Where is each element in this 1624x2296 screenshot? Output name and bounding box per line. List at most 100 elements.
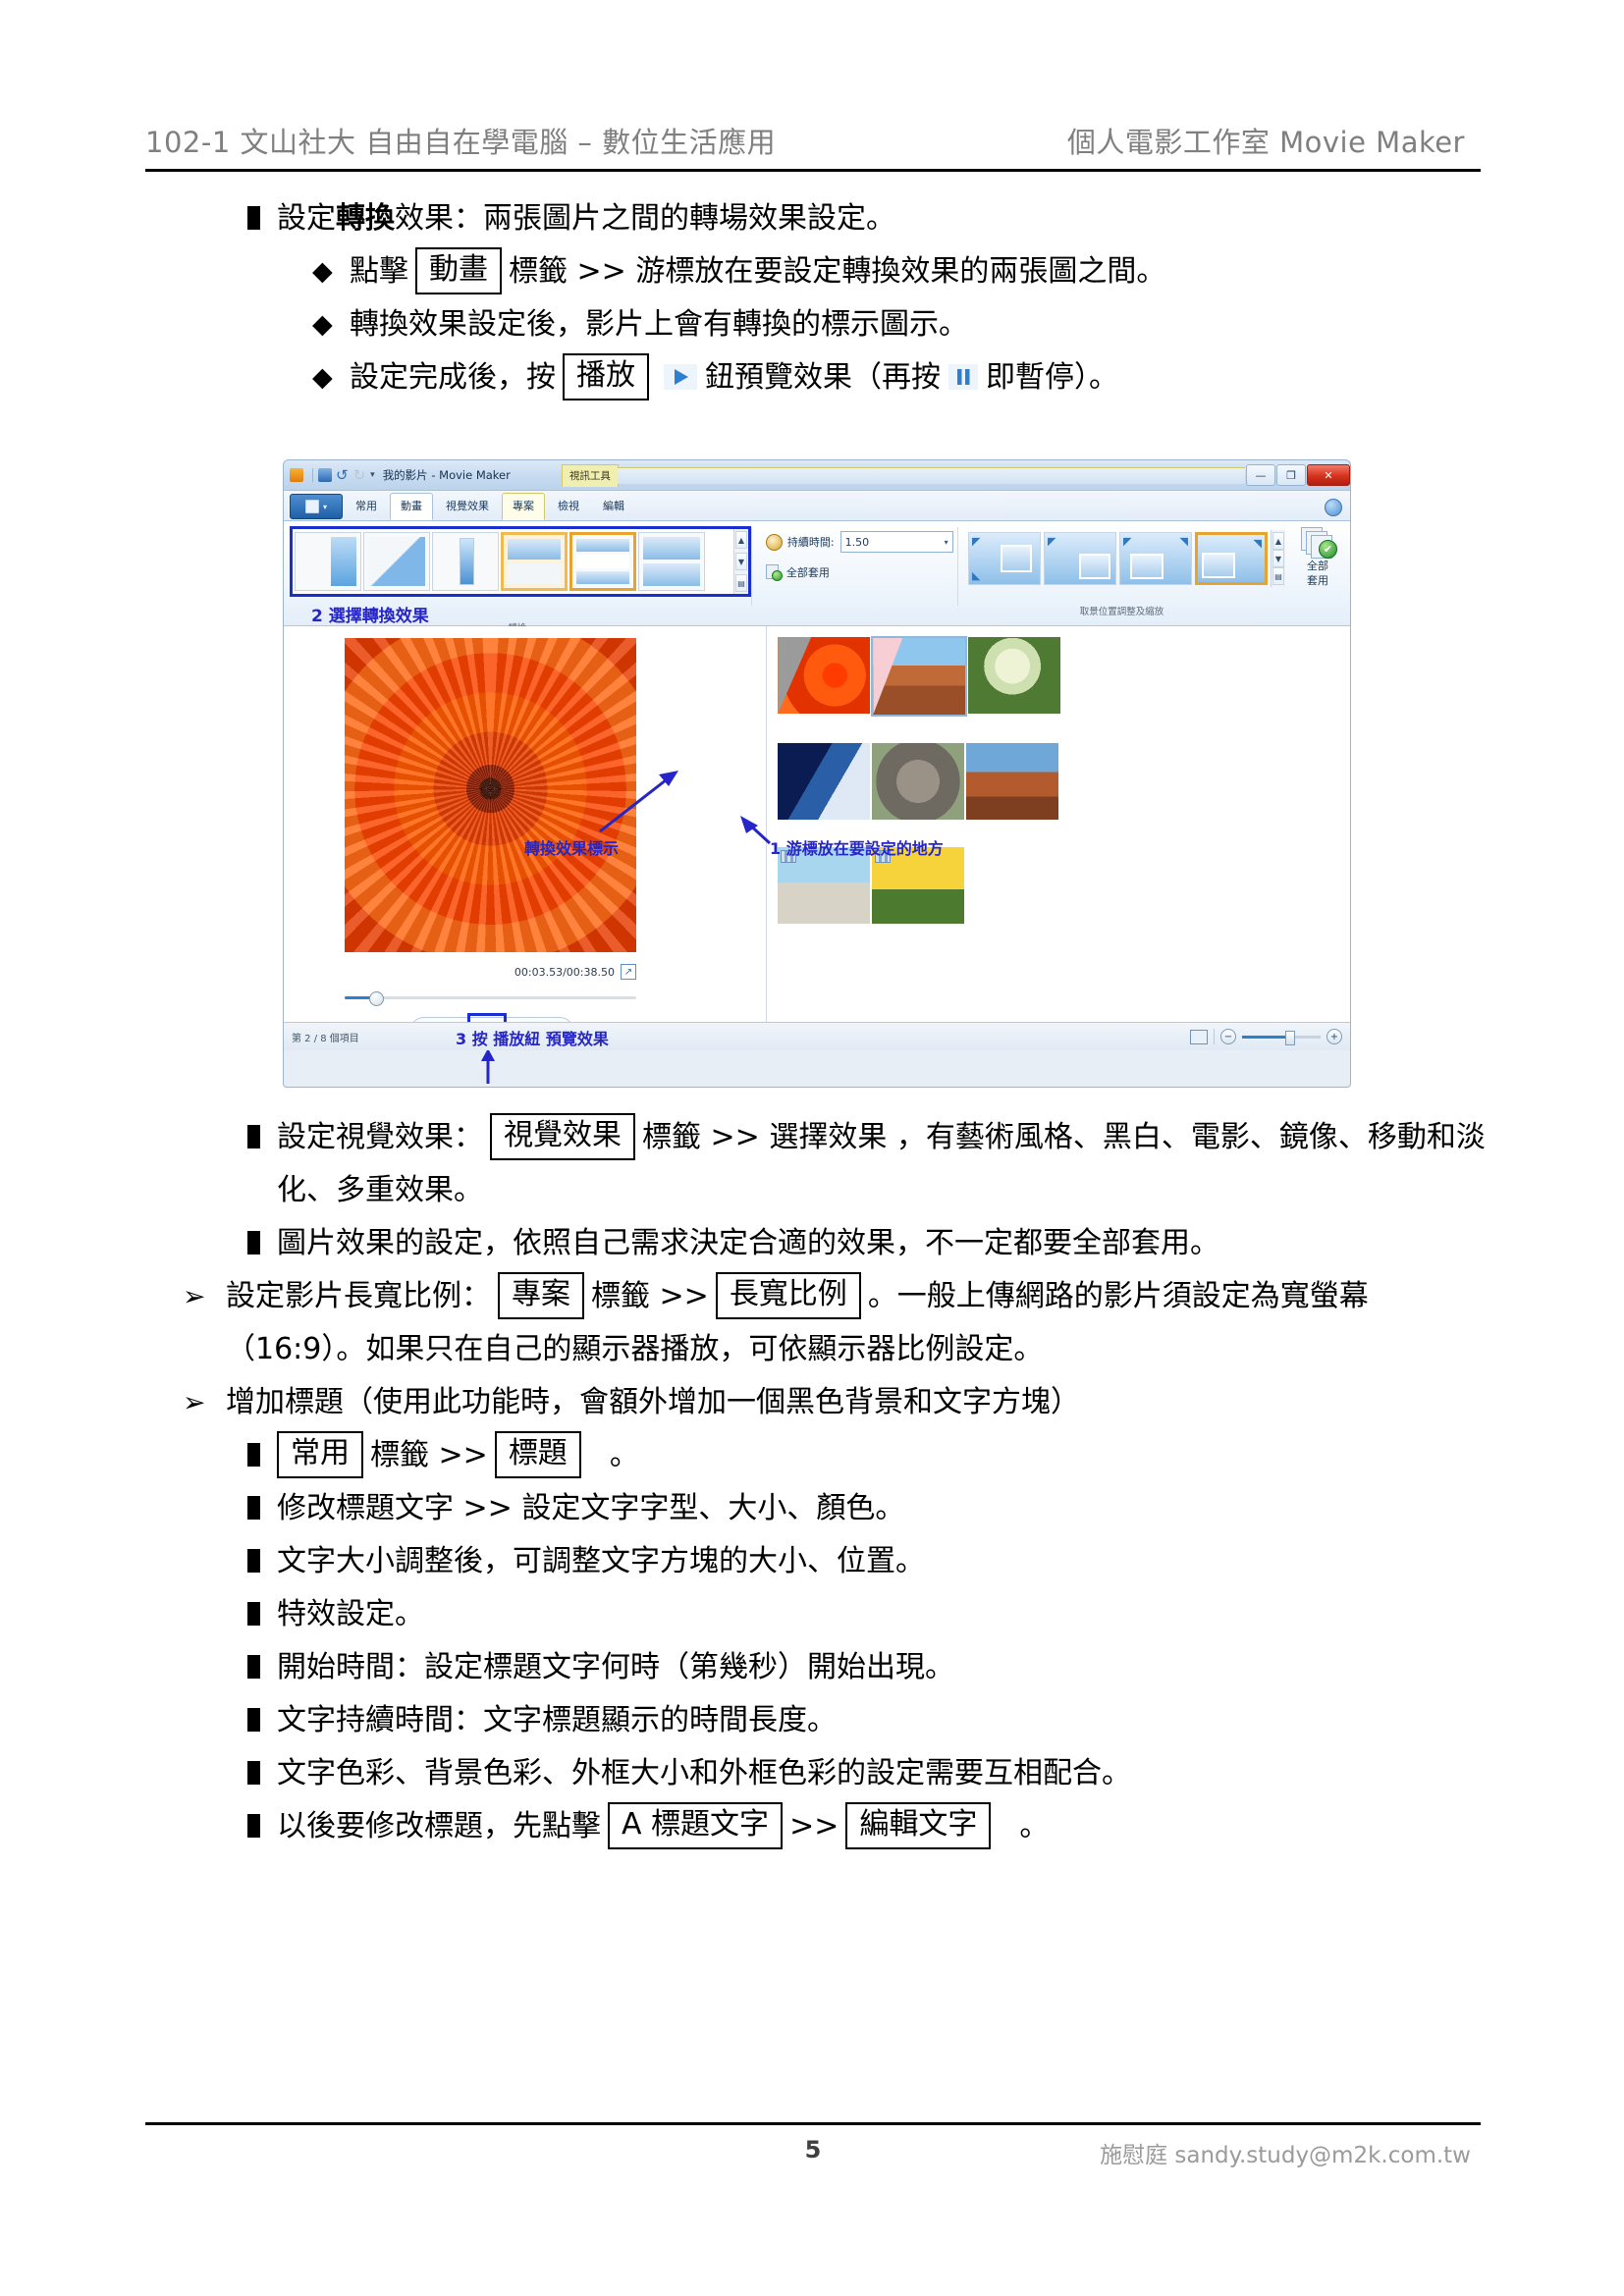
pan-zoom-gallery[interactable]: ◤ ◣ ◤ ◤ ◥ ◥ ▲ ▼ ▤ bbox=[958, 521, 1285, 588]
list-item: 圖片效果的設定，依照自己需求決定合適的效果，不一定都要全部套用。 bbox=[247, 1217, 1492, 1270]
zoom-slider[interactable] bbox=[1242, 1030, 1321, 1045]
tab-edit[interactable]: 編輯 bbox=[592, 493, 635, 520]
apply-all-big-button[interactable]: ✔ 全部 套用 bbox=[1285, 521, 1350, 588]
ribbon-group-duration: 持續時間: 1.50 ▾ 全部套用 bbox=[752, 521, 957, 625]
fullscreen-icon[interactable]: ↗ bbox=[621, 964, 636, 980]
text-run: 設定影片長寬比例： bbox=[226, 1279, 491, 1313]
ui-label-box-title: 標題 bbox=[494, 1431, 581, 1478]
text-run: 。 bbox=[609, 1438, 639, 1472]
list-item: 設定轉換效果：兩張圖片之間的轉場效果設定。 bbox=[247, 192, 1492, 245]
pan-zoom-thumb-4-selected[interactable]: ◥ bbox=[1195, 532, 1268, 585]
duration-label: 持續時間: bbox=[786, 536, 835, 549]
text-run: 。 bbox=[1019, 1809, 1050, 1843]
ui-label-box-play: 播放 bbox=[563, 353, 649, 400]
footer-divider bbox=[145, 2122, 1481, 2125]
list-item-text: 以後要修改標題，先點擊 A 標題文字 >> 編輯文字。 bbox=[277, 1800, 1492, 1853]
square-bullet-icon bbox=[247, 1588, 277, 1641]
text-run: 即暫停）。 bbox=[986, 360, 1118, 395]
storyboard-clip-canyon[interactable] bbox=[871, 636, 968, 717]
ui-label-box-title-text: A 標題文字 bbox=[608, 1802, 784, 1849]
duration-input[interactable]: 1.50 ▾ bbox=[839, 531, 953, 553]
tab-project[interactable]: 專案 bbox=[502, 493, 545, 520]
gallery-more-icon[interactable]: ▤ bbox=[735, 574, 747, 592]
zoom-in-button[interactable]: + bbox=[1326, 1029, 1342, 1044]
storyboard-clip-hydrangea[interactable] bbox=[967, 636, 1062, 715]
tab-home[interactable]: 常用 bbox=[345, 493, 388, 520]
list-item: ➢ 增加標題（使用此功能時，會額外增加一個黑色背景和文字方塊） bbox=[183, 1376, 1492, 1429]
tab-visual-effects[interactable]: 視覺效果 bbox=[435, 493, 500, 520]
annotation-arrow-3 bbox=[481, 1048, 495, 1084]
square-bullet-icon bbox=[247, 1694, 277, 1747]
redo-icon[interactable]: ↻ bbox=[353, 466, 366, 484]
annotation-transition-marker: 轉換效果標示 bbox=[524, 839, 620, 858]
page-footer: 5 施慰庭 sandy.study@m2k.com.tw bbox=[145, 2136, 1481, 2169]
help-icon[interactable] bbox=[1325, 499, 1342, 516]
minimize-button[interactable]: — bbox=[1246, 464, 1275, 486]
zoom-out-button[interactable]: − bbox=[1220, 1029, 1236, 1044]
transition-marker-icon bbox=[778, 637, 812, 714]
storyboard-clip-canyon2[interactable] bbox=[965, 742, 1060, 821]
file-menu-button[interactable]: ▾ bbox=[290, 494, 343, 519]
header-course-title: 102-1 文山社大 自由自在學電腦 – 數位生活應用 bbox=[145, 126, 777, 159]
list-item-text: 常用 標籤 >> 標題。 bbox=[277, 1429, 1492, 1482]
pan-zoom-scroll-buttons[interactable]: ▲ ▼ ▤ bbox=[1271, 530, 1285, 587]
list-item-text: 設定影片長寬比例： 專案 標籤 >> 長寬比例 。一般上傳網路的影片須設定為寬螢幕（16… bbox=[226, 1270, 1492, 1376]
list-item-text: 修改標題文字 >> 設定文字字型、大小、顏色。 bbox=[277, 1491, 905, 1525]
gallery-more-icon[interactable]: ▤ bbox=[1272, 567, 1284, 585]
storyboard-clip-comet[interactable] bbox=[777, 742, 872, 821]
transition-marker-icon bbox=[873, 638, 903, 715]
close-button[interactable]: ✕ bbox=[1307, 464, 1350, 486]
list-item: ◆ 轉換效果設定後，影片上會有轉換的標示圖示。 bbox=[312, 298, 1492, 351]
scroll-down-icon[interactable]: ▼ bbox=[1272, 550, 1284, 567]
scroll-up-icon[interactable]: ▲ bbox=[735, 531, 747, 549]
list-item: 開始時間：設定標題文字何時（第幾秒）開始出現。 bbox=[247, 1641, 1492, 1694]
pan-zoom-thumb-1[interactable]: ◤ ◣ bbox=[968, 532, 1041, 585]
save-icon[interactable] bbox=[318, 468, 332, 482]
tab-animation[interactable]: 動畫 bbox=[390, 493, 433, 520]
duration-row: 持續時間: 1.50 ▾ bbox=[765, 531, 957, 553]
mm-ribbon: ▲ ▼ ▤ 轉換 2 選擇轉換效果 持續時間: 1.50▾ 全 bbox=[284, 521, 1350, 634]
transition-thumb-1[interactable] bbox=[295, 532, 361, 591]
maximize-button[interactable]: ❐ bbox=[1276, 464, 1306, 486]
movie-maker-screenshot: ↺ ↻ ▾ 我的影片 - Movie Maker 視訊工具 — ❐ ✕ ▾ 常用… bbox=[283, 459, 1351, 1088]
slider-track bbox=[345, 996, 636, 999]
annotation-step-2: 2 選擇轉換效果 bbox=[311, 607, 429, 626]
apply-all-big-label-1: 全部 bbox=[1307, 560, 1328, 572]
gallery-scroll-buttons[interactable]: ▲ ▼ ▤ bbox=[733, 529, 748, 594]
square-bullet-icon bbox=[247, 1217, 277, 1270]
diamond-bullet-icon: ◆ bbox=[312, 309, 333, 340]
text-run: 鈕預覽效果（再按 bbox=[705, 360, 941, 395]
storyboard-view-icon[interactable] bbox=[1190, 1029, 1208, 1044]
slider-handle[interactable] bbox=[369, 991, 384, 1006]
playhead-caret bbox=[871, 636, 873, 717]
preview-image bbox=[345, 638, 636, 952]
transition-thumb-4[interactable] bbox=[501, 532, 568, 591]
pan-zoom-thumb-2[interactable]: ◤ bbox=[1044, 532, 1116, 585]
mm-ribbon-tabs: ▾ 常用 動畫 視覺效果 專案 檢視 編輯 bbox=[284, 491, 1350, 521]
scroll-down-icon[interactable]: ▼ bbox=[735, 553, 747, 570]
apply-all-small-button[interactable]: 全部套用 bbox=[765, 564, 957, 581]
apply-all-small-label: 全部套用 bbox=[785, 566, 830, 579]
storyboard-clip-koala[interactable] bbox=[871, 742, 966, 821]
list-item-text: 文字色彩、背景色彩、外框大小和外框色彩的設定需要互相配合。 bbox=[277, 1756, 1131, 1790]
list-item-text: 點擊 動畫 標籤 >> 游標放在要設定轉換效果的兩張圖之間。 bbox=[350, 245, 1492, 298]
tab-view[interactable]: 檢視 bbox=[547, 493, 590, 520]
pan-zoom-thumb-3[interactable]: ◤ ◥ bbox=[1119, 532, 1192, 585]
ribbon-group-pan-zoom: ◤ ◣ ◤ ◤ ◥ ◥ ▲ ▼ ▤ ✔ 全部 套用 取景位置調整及縮放 bbox=[958, 521, 1350, 625]
storyboard-clip-flower[interactable] bbox=[777, 636, 872, 715]
transition-thumb-2[interactable] bbox=[363, 532, 430, 591]
chevron-down-icon[interactable]: ▾ bbox=[945, 538, 948, 547]
mm-window-title: 我的影片 - Movie Maker bbox=[382, 468, 511, 482]
transition-thumb-3[interactable] bbox=[432, 532, 499, 591]
check-icon: ✔ bbox=[1319, 540, 1337, 559]
zoom-slider-handle[interactable] bbox=[1285, 1030, 1295, 1045]
scroll-up-icon[interactable]: ▲ bbox=[1272, 532, 1284, 550]
storyboard-row bbox=[777, 742, 1350, 821]
transition-thumb-6[interactable] bbox=[638, 532, 705, 591]
list-item: 修改標題文字 >> 設定文字字型、大小、顏色。 bbox=[247, 1482, 1492, 1535]
transition-thumb-5-selected[interactable] bbox=[569, 532, 636, 591]
preview-seek-slider[interactable] bbox=[345, 991, 636, 1006]
chevron-down-icon[interactable]: ▾ bbox=[370, 470, 375, 480]
undo-icon[interactable]: ↺ bbox=[336, 466, 349, 484]
transitions-gallery[interactable] bbox=[293, 529, 733, 594]
